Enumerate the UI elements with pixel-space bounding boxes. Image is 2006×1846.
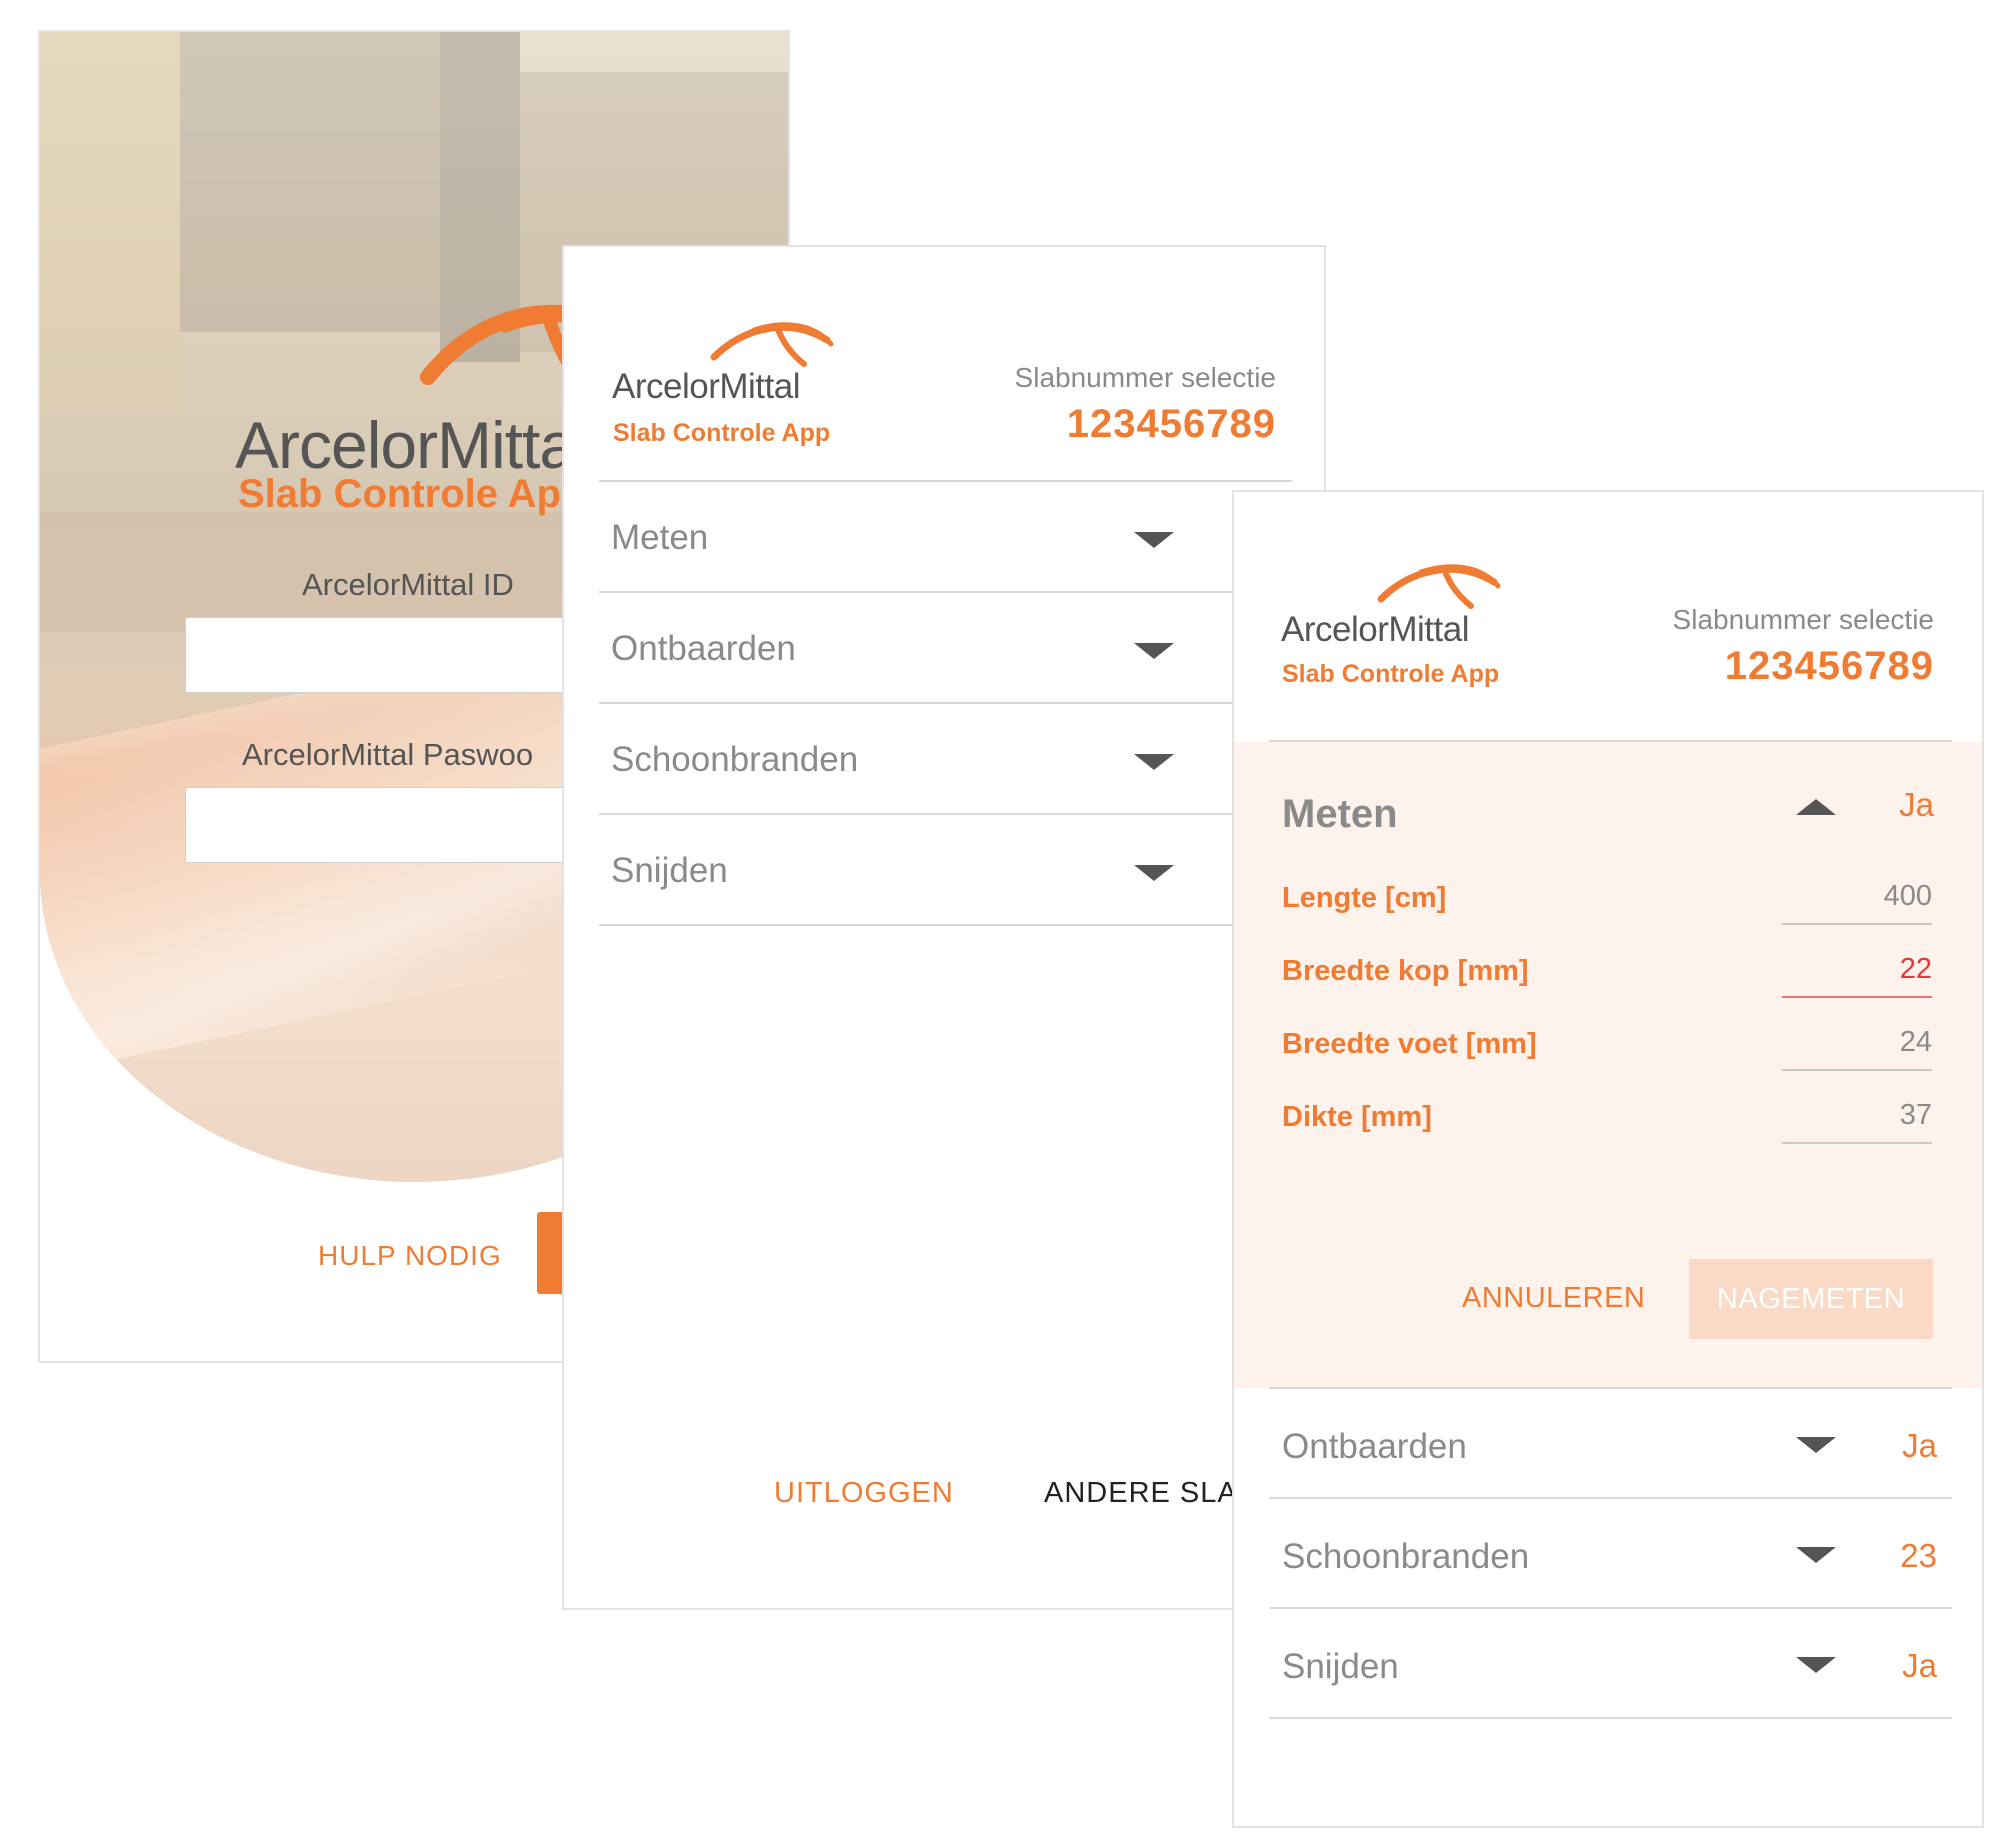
app-name: Slab Controle App [613, 419, 831, 447]
field-label-breedte-kop: Breedte kop [mm] [1282, 955, 1529, 987]
app-name: Slab Controle App [238, 472, 586, 516]
row-status: 23 [1900, 1537, 1937, 1574]
chevron-up-icon[interactable] [1796, 799, 1836, 815]
menu-item-snijden[interactable]: Snijden [599, 815, 1279, 926]
slab-selection-label: Slabnummer selectie [1014, 362, 1276, 393]
accordion-row-label: Ontbaarden [1282, 1427, 1467, 1466]
password-label: ArcelorMittal Paswoo [242, 737, 534, 772]
chevron-down-icon[interactable] [1134, 865, 1174, 881]
menu-item-meten[interactable]: Meten [599, 482, 1279, 593]
field-input-dikte[interactable]: 37 [1782, 1099, 1932, 1144]
meten-expanded-panel: Meten Ja Lengte [cm] 400 Breedte kop [mm… [1234, 742, 1982, 1388]
cancel-button[interactable]: ANNULEREN [1462, 1282, 1645, 1315]
chevron-down-icon[interactable] [1796, 1437, 1836, 1453]
chevron-down-icon[interactable] [1134, 532, 1174, 548]
help-button[interactable]: HULP NODIG [318, 1240, 502, 1272]
accordion-row-snijden[interactable]: Snijden Ja [1269, 1609, 1952, 1719]
row-status: Ja [1902, 1647, 1937, 1684]
chevron-down-icon[interactable] [1134, 754, 1174, 770]
id-label: ArcelorMittal ID [302, 567, 514, 602]
menu-item-label: Snijden [611, 851, 728, 890]
field-input-breedte-kop[interactable]: 22 [1782, 953, 1932, 998]
menu-item-label: Ontbaarden [611, 629, 796, 668]
field-input-lengte[interactable]: 400 [1782, 880, 1932, 925]
row-status: Ja [1902, 1427, 1937, 1464]
chevron-down-icon[interactable] [1796, 1657, 1836, 1673]
section-status: Ja [1899, 786, 1934, 823]
app-name: Slab Controle App [1282, 660, 1500, 688]
section-title[interactable]: Meten [1282, 792, 1398, 837]
arcelormittal-logo-icon [710, 322, 834, 367]
brand-name: ArcelorMittal [1281, 610, 1469, 649]
field-label-breedte-voet: Breedte voet [mm] [1282, 1028, 1537, 1060]
slab-selection-label: Slabnummer selectie [1672, 604, 1934, 635]
accordion-row-schoonbranden[interactable]: Schoonbranden 23 [1269, 1499, 1952, 1609]
accordion-row-label: Snijden [1282, 1647, 1399, 1686]
field-label-dikte: Dikte [mm] [1282, 1101, 1432, 1133]
logout-button[interactable]: UITLOGGEN [774, 1477, 954, 1510]
accordion-row-ontbaarden[interactable]: Ontbaarden Ja [1269, 1389, 1952, 1499]
menu-screen: ArcelorMittal Slab Controle App Slabnumm… [562, 245, 1326, 1610]
detail-screen: ArcelorMittal Slab Controle App Slabnumm… [1232, 490, 1984, 1828]
chevron-down-icon[interactable] [1796, 1547, 1836, 1563]
slab-number[interactable]: 123456789 [1725, 644, 1934, 689]
field-input-breedte-voet[interactable]: 24 [1782, 1026, 1932, 1071]
chevron-down-icon[interactable] [1134, 643, 1174, 659]
arcelormittal-logo-icon [1377, 564, 1501, 609]
accordion-row-label: Schoonbranden [1282, 1537, 1530, 1576]
menu-item-ontbaarden[interactable]: Ontbaarden [599, 593, 1279, 704]
other-slab-button[interactable]: ANDERE SLAB [1044, 1477, 1258, 1510]
menu-item-label: Meten [611, 518, 709, 557]
menu-item-schoonbranden[interactable]: Schoonbranden [599, 704, 1279, 815]
slab-number[interactable]: 123456789 [1067, 402, 1276, 447]
field-label-lengte: Lengte [cm] [1282, 882, 1447, 914]
menu-item-label: Schoonbranden [611, 740, 859, 779]
brand-name: ArcelorMittal [612, 367, 800, 406]
remeasured-button[interactable]: NAGEMETEN [1689, 1259, 1933, 1339]
